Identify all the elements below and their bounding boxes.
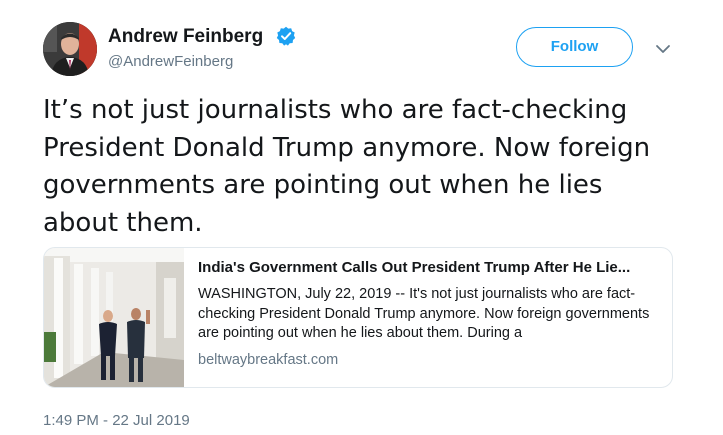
avatar[interactable]: [43, 22, 97, 76]
article-thumbnail-icon: [44, 248, 184, 387]
link-card[interactable]: India's Government Calls Out President T…: [43, 247, 673, 388]
follow-button[interactable]: Follow: [516, 27, 633, 67]
card-domain[interactable]: beltwaybreakfast.com: [198, 351, 660, 370]
verified-badge-icon: [276, 26, 296, 46]
profile-photo-icon: [43, 22, 97, 76]
tweet: Andrew Feinberg @AndrewFeinberg Follow I…: [0, 0, 723, 435]
card-description: WASHINGTON, July 22, 2019 -- It's not ju…: [198, 286, 650, 341]
author-handle[interactable]: @AndrewFeinberg: [108, 52, 233, 72]
tweet-text: It’s not just journalists who are fact-c…: [43, 95, 651, 238]
chevron-down-icon[interactable]: [654, 40, 672, 58]
tweet-timestamp[interactable]: 1:49 PM - 22 Jul 2019: [43, 411, 190, 431]
card-body: India's Government Calls Out President T…: [198, 258, 660, 370]
author-name[interactable]: Andrew Feinberg: [108, 25, 263, 49]
card-title[interactable]: India's Government Calls Out President T…: [198, 258, 660, 278]
